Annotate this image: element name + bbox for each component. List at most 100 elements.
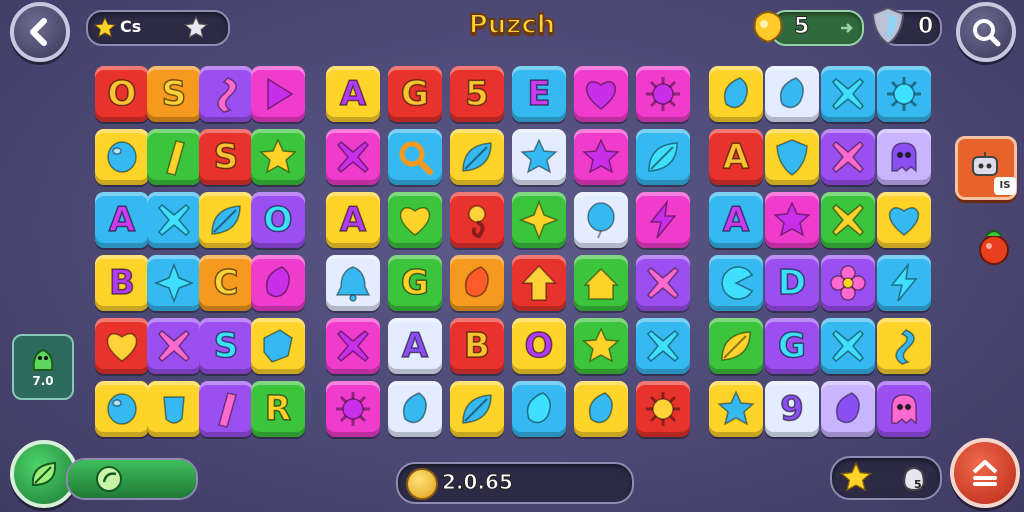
puzzle-tile[interactable]: A [95, 192, 149, 248]
puzzle-tile[interactable] [450, 129, 504, 185]
puzzle-tile[interactable] [821, 255, 875, 311]
puzzle-tile[interactable] [636, 129, 690, 185]
puzzle-tile[interactable]: A [709, 129, 763, 185]
puzzle-tile[interactable]: B [450, 318, 504, 374]
search-button[interactable] [956, 2, 1016, 62]
puzzle-tile[interactable]: A [326, 192, 380, 248]
puzzle-tile[interactable] [95, 381, 149, 437]
puzzle-tile[interactable]: R [251, 381, 305, 437]
board-middle-panel: AG5EAGABO [326, 66, 700, 446]
puzzle-tile[interactable] [877, 66, 931, 122]
puzzle-tile[interactable] [821, 318, 875, 374]
ghost-icon [891, 142, 917, 173]
puzzle-tile[interactable] [326, 255, 380, 311]
puzzle-tile[interactable] [765, 192, 819, 248]
puzzle-tile[interactable] [636, 66, 690, 122]
puzzle-tile[interactable] [574, 381, 628, 437]
puzzle-tile[interactable] [709, 318, 763, 374]
puzzle-tile[interactable] [636, 318, 690, 374]
puzzle-tile[interactable] [388, 192, 442, 248]
puzzle-tile[interactable] [574, 318, 628, 374]
puzzle-tile[interactable] [147, 381, 201, 437]
puzzle-tile[interactable] [636, 255, 690, 311]
puzzle-tile[interactable]: G [388, 255, 442, 311]
puzzle-tile[interactable] [450, 255, 504, 311]
puzzle-tile[interactable]: O [95, 66, 149, 122]
puzzle-tile[interactable]: D [765, 255, 819, 311]
puzzle-tile[interactable]: A [326, 66, 380, 122]
puzzle-tile[interactable] [574, 192, 628, 248]
puzzle-tile[interactable]: G [388, 66, 442, 122]
puzzle-tile[interactable] [574, 255, 628, 311]
puzzle-tile[interactable]: O [251, 192, 305, 248]
puzzle-tile[interactable]: A [388, 318, 442, 374]
puzzle-tile[interactable]: S [199, 318, 253, 374]
puzzle-tile[interactable] [709, 255, 763, 311]
puzzle-tile[interactable] [199, 66, 253, 122]
puzzle-tile[interactable] [95, 129, 149, 185]
puzzle-tile[interactable] [709, 381, 763, 437]
puzzle-tile[interactable] [574, 66, 628, 122]
puzzle-tile[interactable] [251, 255, 305, 311]
puzzle-tile[interactable] [450, 381, 504, 437]
orb-icon [107, 393, 137, 425]
menu-button[interactable] [950, 438, 1020, 508]
robot-helper-button[interactable]: IS [955, 136, 1017, 200]
puzzle-tile[interactable] [199, 192, 253, 248]
puzzle-tile[interactable] [877, 255, 931, 311]
puzzle-tile[interactable] [512, 381, 566, 437]
puzzle-tile[interactable] [512, 192, 566, 248]
puzzle-tile[interactable]: A [709, 192, 763, 248]
star-icon [94, 17, 116, 38]
puzzle-tile[interactable] [147, 192, 201, 248]
puzzle-tile[interactable] [326, 318, 380, 374]
puzzle-tile[interactable] [877, 381, 931, 437]
puzzle-tile[interactable]: E [512, 66, 566, 122]
star-counter-pill: 5. [830, 456, 942, 500]
puzzle-tile[interactable] [636, 381, 690, 437]
puzzle-tile[interactable] [877, 318, 931, 374]
puzzle-tile[interactable] [821, 192, 875, 248]
puzzle-tile[interactable]: 5 [450, 66, 504, 122]
puzzle-tile[interactable] [877, 129, 931, 185]
puzzle-tile[interactable] [574, 129, 628, 185]
puzzle-tile[interactable] [147, 255, 201, 311]
puzzle-tile[interactable]: S [199, 129, 253, 185]
tile-letter: R [264, 389, 292, 429]
puzzle-tile[interactable] [251, 318, 305, 374]
puzzle-tile[interactable] [251, 129, 305, 185]
potion-icon[interactable] [974, 222, 1014, 268]
puzzle-tile[interactable] [95, 318, 149, 374]
puzzle-tile[interactable] [765, 66, 819, 122]
puzzle-tile[interactable]: 9 [765, 381, 819, 437]
puzzle-tile[interactable] [147, 129, 201, 185]
puzzle-tile[interactable] [251, 66, 305, 122]
back-button[interactable] [10, 2, 70, 62]
puzzle-tile[interactable] [326, 381, 380, 437]
puzzle-tile[interactable] [512, 255, 566, 311]
puzzle-tile[interactable] [765, 129, 819, 185]
puzzle-tile[interactable] [388, 381, 442, 437]
puzzle-tile[interactable]: G [765, 318, 819, 374]
puzzle-tile[interactable] [636, 192, 690, 248]
puzzle-tile[interactable] [512, 129, 566, 185]
puzzle-tile[interactable] [450, 192, 504, 248]
tile-letter: A [339, 200, 367, 240]
puzzle-tile[interactable] [326, 129, 380, 185]
puzzle-tile[interactable] [147, 318, 201, 374]
search-icon [399, 141, 433, 175]
puzzle-tile[interactable] [388, 129, 442, 185]
puzzle-tile[interactable]: O [512, 318, 566, 374]
puzzle-tile[interactable]: C [199, 255, 253, 311]
puzzle-tile[interactable] [709, 66, 763, 122]
puzzle-tile[interactable] [821, 381, 875, 437]
helper-card[interactable]: 7.0 [12, 334, 74, 400]
x-icon [157, 329, 191, 363]
tile-letter: G [777, 326, 806, 366]
puzzle-tile[interactable] [199, 381, 253, 437]
puzzle-tile[interactable]: B [95, 255, 149, 311]
puzzle-tile[interactable] [821, 129, 875, 185]
puzzle-tile[interactable]: S [147, 66, 201, 122]
puzzle-tile[interactable] [877, 192, 931, 248]
puzzle-tile[interactable] [821, 66, 875, 122]
